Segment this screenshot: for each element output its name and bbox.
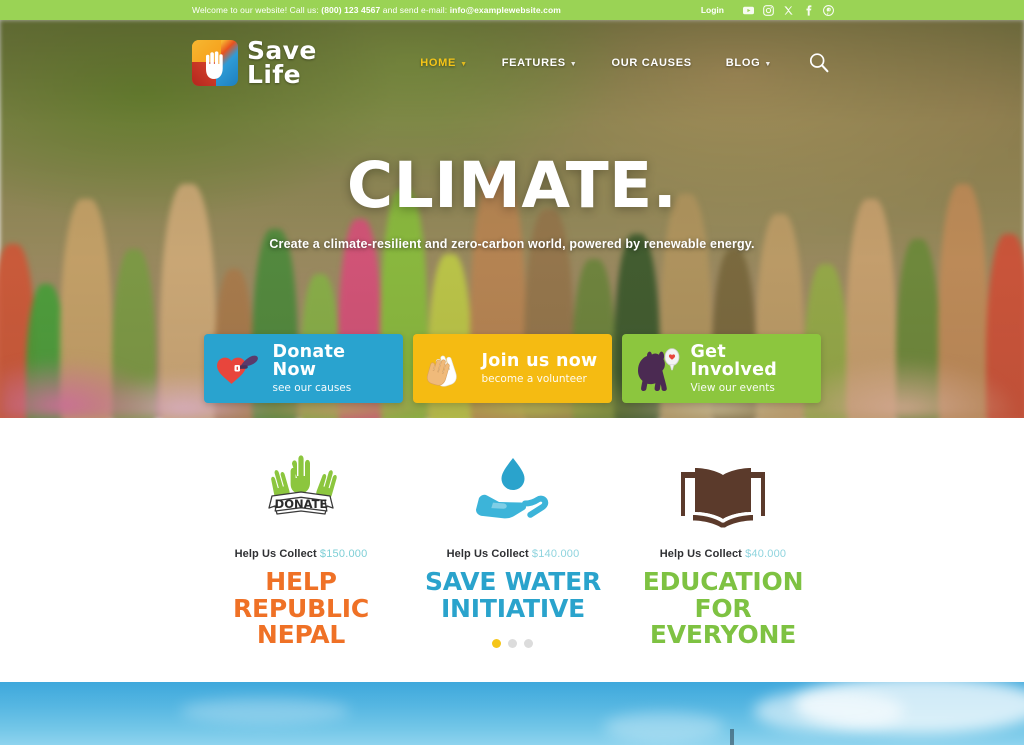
cause-title-line1: HELP REPUBLIC bbox=[233, 567, 369, 623]
nav-item-our-causes[interactable]: OUR CAUSES bbox=[594, 57, 708, 69]
cause-title-line2: INITIATIVE bbox=[440, 593, 586, 623]
site-header: Save Life HOME ▼ FEATURES ▼ OUR CAUSES B… bbox=[0, 20, 1024, 106]
cause-title-line1: EDUCATION bbox=[642, 567, 804, 596]
facebook-icon[interactable] bbox=[803, 4, 814, 16]
nav-label-blog: BLOG bbox=[725, 57, 761, 69]
main-navigation: HOME ▼ FEATURES ▼ OUR CAUSES BLOG ▼ bbox=[403, 50, 832, 76]
cloud-shape bbox=[754, 690, 904, 732]
causes-carousel-dots bbox=[0, 639, 1024, 648]
cta-join-title: Join us now bbox=[481, 350, 598, 371]
pinterest-icon[interactable] bbox=[823, 4, 834, 16]
phone-number[interactable]: (800) 123 4567 bbox=[321, 5, 380, 15]
hand-glyph-icon bbox=[206, 51, 223, 79]
nav-label-features: FEATURES bbox=[501, 57, 566, 69]
email-address[interactable]: info@examplewebsite.com bbox=[450, 5, 561, 15]
cause-collect-line: Help Us Collect $150.000 bbox=[196, 548, 406, 560]
instagram-icon[interactable] bbox=[763, 4, 774, 16]
open-book-icon bbox=[618, 446, 828, 538]
causes-grid: DONATE Help Us Collect $150.000 HELP REP… bbox=[0, 418, 1024, 649]
cta-involved-text: Get Involved View our events bbox=[690, 341, 811, 395]
heart-hand-icon bbox=[214, 346, 266, 392]
causes-section: DONATE Help Us Collect $150.000 HELP REP… bbox=[0, 418, 1024, 682]
carousel-dot-1[interactable] bbox=[491, 639, 501, 648]
logo-text: Save Life bbox=[247, 38, 317, 89]
x-twitter-icon[interactable] bbox=[783, 5, 794, 16]
logo-hand-icon bbox=[192, 40, 238, 86]
cause-card-education[interactable]: Help Us Collect $40.000 EDUCATION FOR EV… bbox=[618, 446, 828, 649]
cause-amount: $150.000 bbox=[319, 548, 368, 560]
logo-line-2: Life bbox=[247, 60, 301, 89]
cause-title: SAVE WATER INITIATIVE bbox=[408, 567, 618, 623]
cta-donate-subtitle: see our causes bbox=[272, 382, 352, 395]
chevron-down-icon: ▼ bbox=[569, 60, 578, 68]
nav-label-home: HOME bbox=[420, 57, 457, 69]
cause-collect-line: Help Us Collect $40.000 bbox=[618, 548, 828, 560]
cause-title: HELP REPUBLIC NEPAL bbox=[196, 567, 406, 649]
chevron-down-icon: ▼ bbox=[764, 60, 772, 68]
cause-collect-line: Help Us Collect $140.000 bbox=[408, 548, 618, 560]
tower-silhouette bbox=[730, 729, 734, 745]
collect-label: Help Us Collect bbox=[446, 548, 529, 560]
water-drop-hand-icon bbox=[408, 446, 618, 538]
cause-card-water[interactable]: Help Us Collect $140.000 SAVE WATER INIT… bbox=[408, 446, 618, 622]
cause-title-line1: SAVE WATER bbox=[424, 567, 602, 596]
carousel-dot-2[interactable] bbox=[507, 639, 517, 648]
chevron-down-icon: ▼ bbox=[460, 60, 468, 68]
cta-involved-title: Get Involved bbox=[690, 341, 778, 380]
nav-item-home[interactable]: HOME ▼ bbox=[403, 57, 484, 69]
nav-item-blog[interactable]: BLOG ▼ bbox=[709, 57, 789, 69]
donate-hands-icon: DONATE bbox=[196, 446, 406, 538]
youtube-icon[interactable] bbox=[743, 5, 754, 16]
cta-donate-title: Donate Now bbox=[272, 341, 346, 380]
welcome-prefix: Welcome to our website! Call us: bbox=[192, 5, 322, 15]
search-icon[interactable] bbox=[806, 50, 832, 76]
dog-icon bbox=[632, 346, 684, 392]
cta-join-text: Join us now become a volunteer bbox=[481, 350, 598, 386]
cause-amount: $40.000 bbox=[745, 548, 787, 560]
cta-get-involved[interactable]: Get Involved View our events bbox=[621, 334, 821, 403]
svg-text:DONATE: DONATE bbox=[275, 497, 328, 511]
clapping-hands-icon bbox=[423, 346, 475, 392]
hero-banner: Save Life HOME ▼ FEATURES ▼ OUR CAUSES B… bbox=[0, 20, 1024, 418]
collect-label: Help Us Collect bbox=[234, 548, 317, 560]
cloud-shape bbox=[604, 712, 724, 742]
carousel-dot-3[interactable] bbox=[523, 639, 533, 648]
sky-banner bbox=[0, 682, 1024, 745]
nav-label-our-causes: OUR CAUSES bbox=[611, 57, 692, 69]
top-bar-right: Login bbox=[701, 4, 834, 16]
hero-cta-row: Donate Now see our causes Join us now be… bbox=[0, 334, 1024, 403]
welcome-mid: and send e-mail: bbox=[380, 5, 450, 15]
cta-join-us-now[interactable]: Join us now become a volunteer bbox=[412, 334, 612, 403]
login-link[interactable]: Login bbox=[701, 5, 724, 15]
top-bar-contact-text: Welcome to our website! Call us: (800) 1… bbox=[192, 0, 561, 20]
cta-donate-text: Donate Now see our causes bbox=[272, 341, 393, 395]
cause-title: EDUCATION FOR EVERYONE bbox=[618, 567, 828, 649]
cause-amount: $140.000 bbox=[531, 548, 580, 560]
top-bar: Welcome to our website! Call us: (800) 1… bbox=[0, 0, 1024, 20]
collect-label: Help Us Collect bbox=[659, 548, 742, 560]
cta-join-subtitle: become a volunteer bbox=[481, 373, 587, 386]
cta-involved-subtitle: View our events bbox=[690, 382, 775, 395]
hero-title: CLIMATE. bbox=[346, 149, 678, 222]
cta-donate-now[interactable]: Donate Now see our causes bbox=[203, 334, 403, 403]
cause-card-nepal[interactable]: DONATE Help Us Collect $150.000 HELP REP… bbox=[196, 446, 406, 649]
hero-subtitle: Create a climate-resilient and zero-carb… bbox=[269, 237, 755, 251]
site-logo[interactable]: Save Life bbox=[192, 38, 317, 89]
cloud-shape bbox=[180, 698, 350, 724]
nav-item-features[interactable]: FEATURES ▼ bbox=[485, 57, 595, 69]
